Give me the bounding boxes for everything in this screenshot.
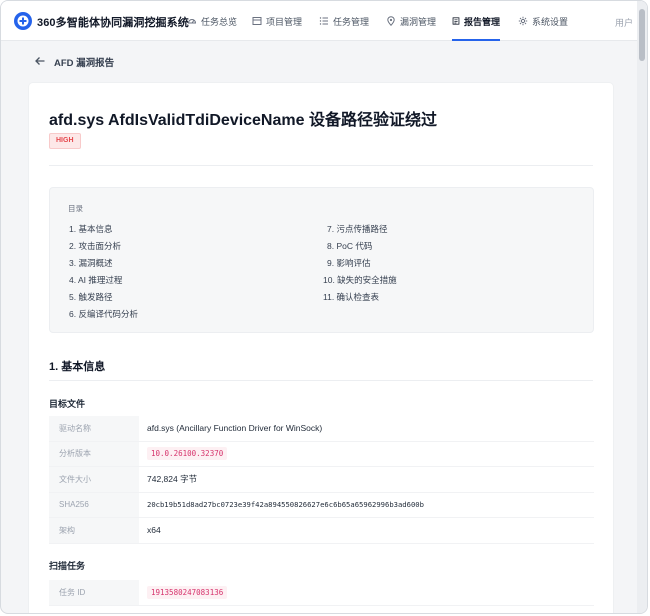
row-key: 架构 — [49, 518, 139, 543]
toc-item[interactable]: 6. 反编译代码分析 — [69, 308, 138, 320]
table-row: 架构 x64 — [49, 518, 594, 544]
report-icon — [452, 17, 460, 25]
table-row: 文件大小 742,824 字节 — [49, 467, 594, 493]
task-id-code: 1913580247083136 — [147, 585, 228, 599]
location-pin-icon — [387, 16, 395, 26]
toc-item[interactable]: 5. 触发路径 — [69, 291, 112, 303]
gear-icon — [518, 16, 528, 26]
nav-tab-label: 报告管理 — [463, 16, 500, 27]
app-window: 360多智能体协同漏洞挖掘系统 任务总览 项目管理 任务管理 漏洞管理 报告管理… — [0, 0, 648, 614]
divider — [49, 380, 593, 381]
scan-task-table: 任务 ID 1913580247083136 — [49, 580, 594, 606]
page-header: AFD 漏洞报告 — [1, 42, 647, 80]
nav-tab-settings[interactable]: 系统设置 — [518, 1, 568, 41]
toc-item[interactable]: 9. 影响评估 — [327, 257, 370, 269]
list-icon — [319, 17, 328, 25]
row-value: 1913580247083136 — [139, 580, 594, 605]
toc-item[interactable]: 1. 基本信息 — [69, 223, 112, 235]
active-tab-indicator — [452, 39, 500, 41]
report-card: afd.sys AfdIsValidTdiDeviceName 设备路径验证绕过… — [29, 83, 613, 613]
nav-tab-label: 任务管理 — [333, 16, 370, 27]
row-value: afd.sys (Ancillary Function Driver for W… — [147, 423, 323, 434]
row-value: 10.0.26100.32370 — [139, 442, 594, 467]
toc-item[interactable]: 4. AI 推理过程 — [69, 274, 122, 286]
row-value: x64 — [147, 525, 161, 536]
row-key: 分析版本 — [49, 441, 139, 466]
section-title: 1. 基本信息 — [49, 361, 106, 373]
report-title: afd.sys AfdIsValidTdiDeviceName 设备路径验证绕过 — [49, 112, 437, 129]
nav-tab-projects[interactable]: 项目管理 — [252, 1, 302, 41]
toc-item[interactable]: 10. 缺失的安全措施 — [323, 274, 397, 286]
toc-title: 目录 — [68, 204, 83, 213]
row-key: 驱动名称 — [49, 416, 139, 441]
nav-tab-label: 系统设置 — [532, 16, 569, 27]
scrollbar[interactable] — [637, 1, 647, 613]
toc-item[interactable]: 3. 漏洞概述 — [69, 257, 112, 269]
back-arrow-icon[interactable] — [34, 55, 46, 67]
toc-item[interactable]: 11. 确认检查表 — [323, 291, 379, 303]
table-row: 分析版本 10.0.26100.32370 — [49, 441, 594, 467]
project-icon — [252, 17, 262, 25]
toc-item[interactable]: 2. 攻击面分析 — [69, 240, 121, 252]
target-file-table: 驱动名称 afd.sys (Ancillary Function Driver … — [49, 416, 594, 544]
app-title: 360多智能体协同漏洞挖掘系统 — [37, 17, 189, 29]
app-logo-icon[interactable] — [13, 11, 33, 31]
severity-badge: HIGH — [49, 133, 81, 149]
table-row: 任务 ID 1913580247083136 — [49, 580, 594, 606]
divider — [49, 165, 593, 166]
nav-tab-tasks[interactable]: 任务管理 — [319, 1, 369, 41]
toc-item[interactable]: 7. 污点传播路径 — [327, 223, 387, 235]
row-value: 742,824 字节 — [147, 474, 198, 485]
group-title-target: 目标文件 — [49, 399, 86, 409]
table-row: SHA256 20cb19b51d8ad27bc0723e39f42a89455… — [49, 492, 594, 518]
scrollbar-thumb[interactable] — [639, 9, 645, 61]
version-code: 10.0.26100.32370 — [147, 447, 228, 461]
group-title-scan: 扫描任务 — [49, 561, 86, 571]
table-of-contents: 目录 1. 基本信息 2. 攻击面分析 3. 漏洞概述 4. AI 推理过程 5… — [49, 187, 594, 333]
nav-tab-label: 任务总览 — [201, 16, 238, 27]
row-key: SHA256 — [49, 492, 139, 517]
user-menu[interactable]: 用户 — [615, 16, 633, 29]
nav-tab-vulnerabilities[interactable]: 漏洞管理 — [386, 1, 436, 41]
page-title: AFD 漏洞报告 — [54, 58, 115, 69]
sha256-value: 20cb19b51d8ad27bc0723e39f42a894550826627… — [147, 500, 424, 510]
nav-tab-label: 项目管理 — [266, 16, 303, 27]
row-key: 文件大小 — [49, 467, 139, 492]
dashboard-icon — [187, 19, 197, 24]
nav-tab-task-overview[interactable]: 任务总览 — [187, 1, 237, 41]
row-key: 任务 ID — [49, 580, 139, 605]
top-navbar: 360多智能体协同漏洞挖掘系统 任务总览 项目管理 任务管理 漏洞管理 报告管理… — [1, 1, 647, 41]
nav-tab-label: 漏洞管理 — [400, 16, 437, 27]
table-row: 驱动名称 afd.sys (Ancillary Function Driver … — [49, 416, 594, 442]
toc-item[interactable]: 8. PoC 代码 — [327, 240, 372, 252]
nav-tab-reports[interactable]: 报告管理 — [452, 1, 500, 41]
